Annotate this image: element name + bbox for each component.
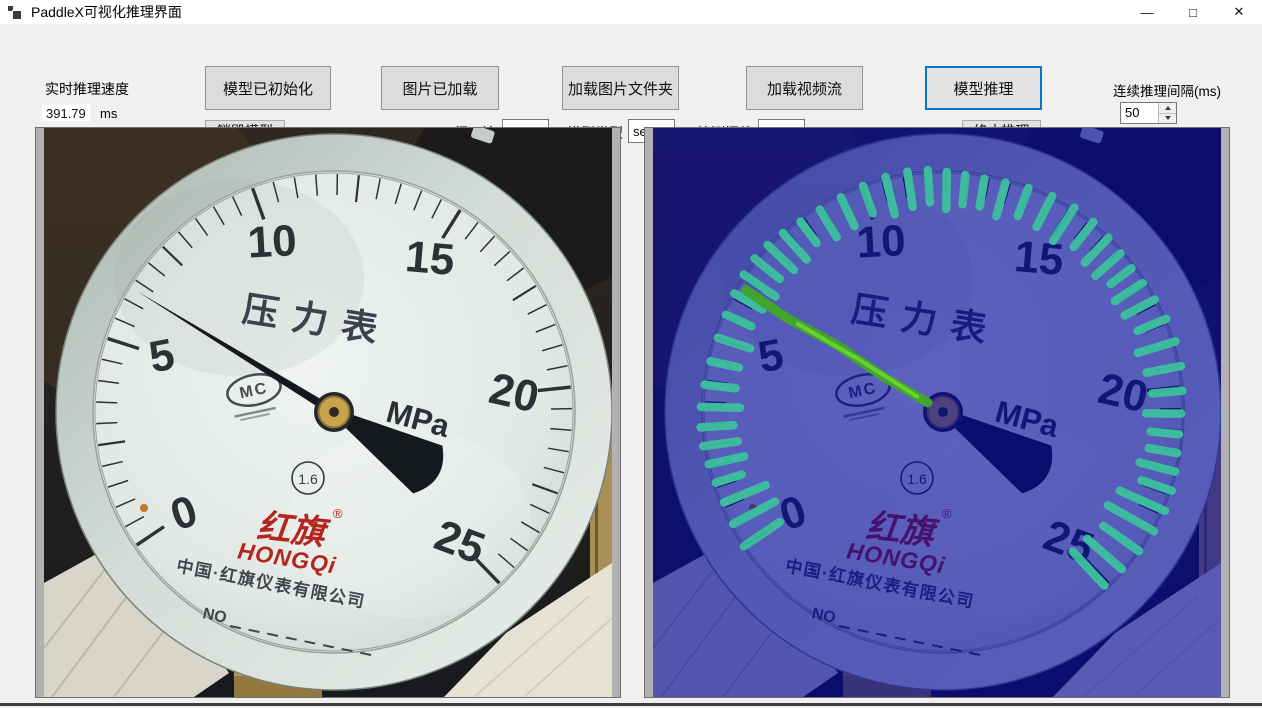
spin-down-icon bbox=[1165, 116, 1171, 120]
window-controls: — □ ✕ bbox=[1124, 0, 1262, 24]
window-title: PaddleX可视化推理界面 bbox=[31, 2, 182, 22]
svg-text:10: 10 bbox=[246, 216, 297, 267]
maximize-button[interactable]: □ bbox=[1170, 0, 1216, 24]
titlebar: PaddleX可视化推理界面 — □ ✕ bbox=[0, 0, 1262, 25]
svg-text:20: 20 bbox=[485, 364, 543, 422]
interval-spinner[interactable]: 50 bbox=[1120, 102, 1177, 124]
interval-label: 连续推理间隔(ms) bbox=[1113, 80, 1221, 100]
svg-text:1.6: 1.6 bbox=[298, 471, 318, 487]
original-image-panel: 0510152025压力表MCMPa1.6红旗®HONGQi中国·红旗仪表有限公… bbox=[35, 127, 621, 698]
interval-value[interactable]: 50 bbox=[1121, 103, 1158, 123]
speed-label: 实时推理速度 bbox=[45, 79, 129, 99]
minimize-button[interactable]: — bbox=[1124, 0, 1170, 24]
spin-up-button[interactable] bbox=[1159, 103, 1176, 113]
model-initialized-button[interactable]: 模型已初始化 bbox=[205, 66, 331, 110]
app-window: { "window": { "title": "PaddleX可视化推理界面",… bbox=[0, 0, 1262, 708]
svg-text:®: ® bbox=[333, 506, 343, 521]
load-image-folder-button[interactable]: 加载图片文件夹 bbox=[562, 66, 679, 110]
svg-text:15: 15 bbox=[403, 232, 456, 285]
app-icon bbox=[8, 5, 22, 19]
speed-value-box[interactable]: 391.79 bbox=[41, 104, 91, 122]
load-video-stream-button[interactable]: 加载视频流 bbox=[746, 66, 863, 110]
inference-result-panel: 0510152025压力表MCMPa1.6红旗®HONGQi中国·红旗仪表有限公… bbox=[644, 127, 1230, 698]
speed-unit-label: ms bbox=[100, 106, 117, 121]
toolbar: 实时推理速度 391.79 ms 模型已初始化 图片已加载 加载图片文件夹 加载… bbox=[0, 24, 1262, 127]
spinner-buttons bbox=[1158, 103, 1176, 123]
pressure-gauge-photo: 0510152025压力表MCMPa1.6红旗®HONGQi中国·红旗仪表有限公… bbox=[44, 128, 612, 697]
model-inference-button[interactable]: 模型推理 bbox=[925, 66, 1042, 110]
window-border-bottom bbox=[0, 703, 1262, 706]
pressure-gauge-segmentation: 0510152025压力表MCMPa1.6红旗®HONGQi中国·红旗仪表有限公… bbox=[653, 128, 1221, 697]
close-button[interactable]: ✕ bbox=[1216, 0, 1262, 24]
image-loaded-button[interactable]: 图片已加载 bbox=[381, 66, 499, 110]
spin-up-icon bbox=[1165, 106, 1171, 110]
spin-down-button[interactable] bbox=[1159, 113, 1176, 124]
